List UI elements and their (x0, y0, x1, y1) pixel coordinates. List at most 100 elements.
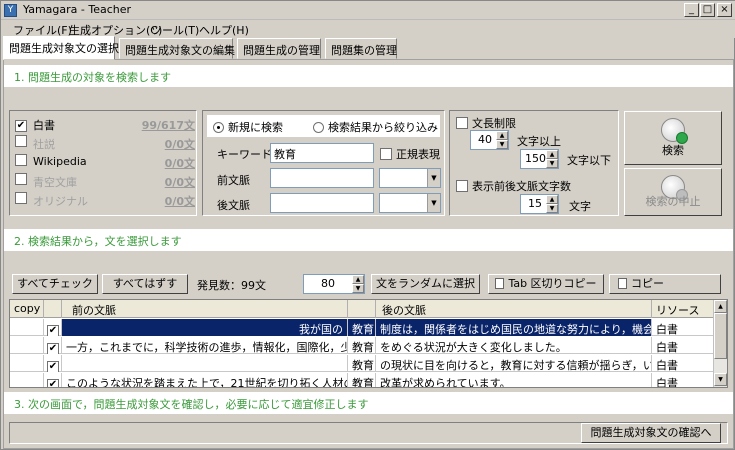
scroll-down-icon[interactable]: ▼ (714, 373, 727, 386)
tab-select-sentences[interactable]: 問題生成対象文の選択 (3, 36, 119, 60)
context-length-checkbox-box[interactable] (456, 180, 468, 192)
row-checkbox[interactable]: ✔ (44, 319, 62, 336)
source-hakusho[interactable]: ✔ 白書 99/617文 (15, 116, 195, 132)
row-checkbox[interactable]: ✔ (44, 373, 62, 387)
row-copy-cell[interactable] (10, 373, 44, 387)
app-icon: Y (4, 4, 17, 17)
app-window: Y Yamagara - Teacher _ □ × ファイル(F) 生成オプシ… (0, 0, 735, 450)
random-count-spinner[interactable]: 80 ▲ ▼ (303, 274, 365, 294)
row-copy-cell[interactable] (10, 337, 44, 354)
prev-context-select[interactable]: ▼ (379, 168, 441, 188)
source-shasetsu-label: 社説 (33, 138, 55, 151)
spin-up-icon[interactable]: ▲ (546, 195, 558, 204)
row-checkbox[interactable]: ✔ (44, 337, 62, 354)
stop-search-button: 検索の中止 (624, 168, 722, 216)
header-resource[interactable]: リソース (652, 300, 714, 318)
spin-up-icon[interactable]: ▲ (352, 275, 364, 284)
mode-refine-radio[interactable]: 検索結果から絞り込み (313, 119, 438, 135)
close-button[interactable]: × (717, 3, 732, 17)
search-play-icon (661, 118, 688, 144)
context-length-checkbox[interactable]: 表示前後文脈文字数 (456, 178, 571, 194)
spin-down-icon[interactable]: ▼ (546, 204, 558, 213)
row-keyword: 教育 (348, 319, 376, 336)
search-criteria-box: 新規に検索 検索結果から絞り込み キーワード 教育 正規表現 前文脈 ▼ 後文脈… (202, 110, 445, 216)
spin-up-icon[interactable]: ▲ (496, 131, 508, 140)
spin-down-icon[interactable]: ▼ (496, 140, 508, 149)
table-scrollbar[interactable]: ▲ ▼ (713, 300, 727, 387)
minimize-button[interactable]: _ (684, 3, 699, 17)
check-icon: ✔ (47, 361, 59, 372)
header-next-context[interactable]: 後の文脈 (376, 300, 652, 318)
copy-button[interactable]: コピー (609, 274, 721, 294)
min-length-spinner[interactable]: 40 ▲ ▼ (470, 130, 509, 150)
next-context-input[interactable] (270, 193, 374, 213)
mode-new-radio[interactable]: 新規に検索 (213, 119, 283, 135)
prev-context-input[interactable] (270, 168, 374, 188)
source-shasetsu-checkbox (15, 135, 27, 147)
maximize-button[interactable]: □ (700, 3, 715, 17)
row-copy-cell[interactable] (10, 355, 44, 372)
row-resource: 白書 (652, 355, 714, 372)
tab-copy-button[interactable]: Tab 区切りコピー (488, 274, 604, 294)
source-hakusho-count[interactable]: 99/617文 (142, 117, 195, 133)
next-context-select[interactable]: ▼ (379, 193, 441, 213)
header-prev-context[interactable]: 前の文脈 (62, 300, 348, 318)
length-limit-checkbox-box[interactable] (456, 117, 468, 129)
row-prev-context (62, 355, 348, 372)
row-resource: 白書 (652, 373, 714, 387)
row-keyword: 教育 (348, 355, 376, 372)
row-next-context: をめぐる状況が大きく変化しました。 (376, 337, 652, 354)
source-wikipedia-checkbox[interactable] (15, 154, 27, 166)
results-table: copy 前の文脈 後の文脈 リソース ✔ 我が国の 教育 制度は，関係者をはじ… (9, 299, 728, 388)
uncheck-all-button[interactable]: すべてはずす (102, 274, 188, 294)
length-limit-checkbox[interactable]: 文長制限 (456, 115, 516, 131)
source-aozora-count: 0/0文 (164, 176, 195, 189)
mode-refine-label: 検索結果から絞り込み (328, 121, 438, 134)
table-row[interactable]: ✔ 一方，これまでに，科学技術の進歩，情報化，国際化，少... 教育 をめぐる状… (10, 337, 714, 354)
tab-manage-collections[interactable]: 問題集の管理 (325, 38, 397, 59)
scroll-up-icon[interactable]: ▲ (714, 300, 727, 313)
regex-checkbox-box[interactable] (380, 148, 392, 160)
source-original-checkbox (15, 192, 27, 204)
radio-unselected-icon (313, 122, 324, 133)
tab-edit-sentences[interactable]: 問題生成対象文の編集 (119, 38, 235, 59)
title-bar: Y Yamagara - Teacher _ □ × (1, 1, 735, 20)
stop-search-label: 検索の中止 (645, 195, 701, 208)
source-wikipedia[interactable]: Wikipedia 0/0文 (15, 154, 195, 170)
confirm-sentences-button[interactable]: 問題生成対象文の確認へ (581, 423, 721, 443)
table-row[interactable]: ✔ このような状況を踏まえた上で，21世紀を切り拓く人材の... 教育 改革が求… (10, 373, 714, 387)
row-keyword: 教育 (348, 373, 376, 387)
spin-up-icon[interactable]: ▲ (546, 150, 558, 159)
menu-help[interactable]: ヘルプ(H) (199, 22, 249, 38)
row-copy-cell[interactable] (10, 319, 44, 336)
source-shasetsu: 社説 0/0文 (15, 135, 195, 151)
table-row[interactable]: ✔ 我が国の 教育 制度は，関係者をはじめ国民の地道な努力により，機会均... … (10, 319, 714, 336)
mode-new-label: 新規に検索 (228, 121, 283, 134)
source-wikipedia-count[interactable]: 0/0文 (165, 155, 195, 171)
check-all-button[interactable]: すべてチェック (12, 274, 98, 294)
context-length-spinner[interactable]: 15 ▲ ▼ (520, 194, 559, 214)
menu-tools[interactable]: ツール(T) (151, 22, 199, 38)
random-select-button[interactable]: 文をランダムに選択 (371, 274, 480, 294)
header-keyword[interactable] (348, 300, 376, 318)
spin-down-icon[interactable]: ▼ (352, 284, 364, 293)
tab-manage-generation[interactable]: 問題生成の管理 (237, 38, 321, 59)
regex-checkbox[interactable]: 正規表現 (380, 146, 440, 162)
row-keyword: 教育 (348, 337, 376, 354)
source-aozora-checkbox (15, 173, 27, 185)
header-copy[interactable]: copy (10, 300, 44, 318)
spin-down-icon[interactable]: ▼ (546, 159, 558, 168)
chevron-down-icon: ▼ (427, 194, 440, 212)
row-checkbox[interactable]: ✔ (44, 355, 62, 372)
tab-strip: 問題生成対象文の選択 問題生成対象文の編集 問題生成の管理 問題集の管理 (1, 36, 735, 60)
max-length-spinner[interactable]: 150 ▲ ▼ (520, 149, 559, 169)
keyword-input[interactable]: 教育 (270, 143, 374, 163)
keyword-label: キーワード (217, 148, 272, 161)
check-icon: ✔ (47, 343, 59, 354)
row-next-context: の現状に目を向けると，教育に対する信頼が揺らぎ，いく... (376, 355, 652, 372)
search-button[interactable]: 検索 (624, 111, 722, 165)
header-check[interactable] (44, 300, 62, 318)
source-hakusho-checkbox[interactable]: ✔ (15, 120, 27, 132)
scroll-thumb[interactable] (714, 313, 727, 359)
table-row[interactable]: ✔ 教育 の現状に目を向けると，教育に対する信頼が揺らぎ，いく... 白書 (10, 355, 714, 372)
